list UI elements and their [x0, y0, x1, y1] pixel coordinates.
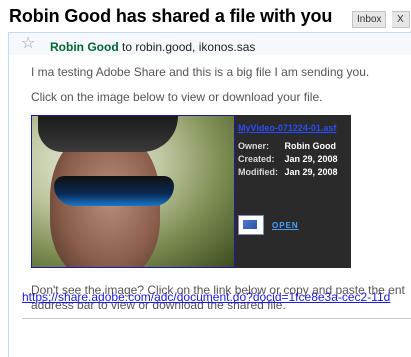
shared-file-card[interactable]: MyVideo-071224-01.asf Owner: Robin Good … — [31, 115, 351, 268]
divider — [22, 318, 411, 319]
remove-label-button[interactable]: X — [392, 11, 410, 28]
created-row: Created: Jan 29, 2008 — [238, 154, 353, 164]
body-line-1: I ma testing Adobe Share and this is a b… — [31, 65, 370, 79]
sender-name[interactable]: Robin Good — [50, 40, 119, 54]
video-thumbnail[interactable] — [31, 115, 235, 268]
owner-label: Owner: — [238, 141, 270, 151]
owner-row: Owner: Robin Good — [238, 141, 353, 151]
modified-label: Modified: — [238, 167, 278, 177]
open-control[interactable]: OPEN — [238, 215, 299, 235]
created-label: Created: — [238, 154, 275, 164]
document-icon[interactable] — [238, 215, 264, 235]
file-info: MyVideo-071224-01.asf Owner: Robin Good … — [238, 123, 353, 177]
owner-value: Robin Good — [284, 141, 337, 151]
modified-value: Jan 29, 2008 — [284, 167, 338, 177]
sender-line: Robin Good to robin.good, ikonos.sas — [50, 40, 255, 54]
modified-row: Modified: Jan 29, 2008 — [238, 167, 353, 177]
thumbnail-cap — [38, 116, 178, 152]
thumbnail-sunglasses — [54, 176, 174, 206]
star-icon[interactable]: ☆ — [21, 36, 35, 52]
created-value: Jan 29, 2008 — [284, 154, 338, 164]
open-link[interactable]: OPEN — [272, 221, 299, 230]
recipients: robin.good, ikonos.sas — [135, 40, 256, 54]
recipients-prefix: to — [118, 40, 136, 54]
email-subject: Robin Good has shared a file with you — [9, 6, 333, 26]
message-card: ☆ Robin Good to robin.good, ikonos.sas I… — [8, 32, 411, 357]
label-inbox[interactable]: Inbox — [352, 11, 387, 28]
file-name-link[interactable]: MyVideo-071224-01.asf — [238, 123, 353, 133]
body-line-2: Click on the image below to view or down… — [31, 90, 323, 104]
share-url-link[interactable]: https://share.adobe.com/adc/document.do?… — [22, 290, 390, 304]
